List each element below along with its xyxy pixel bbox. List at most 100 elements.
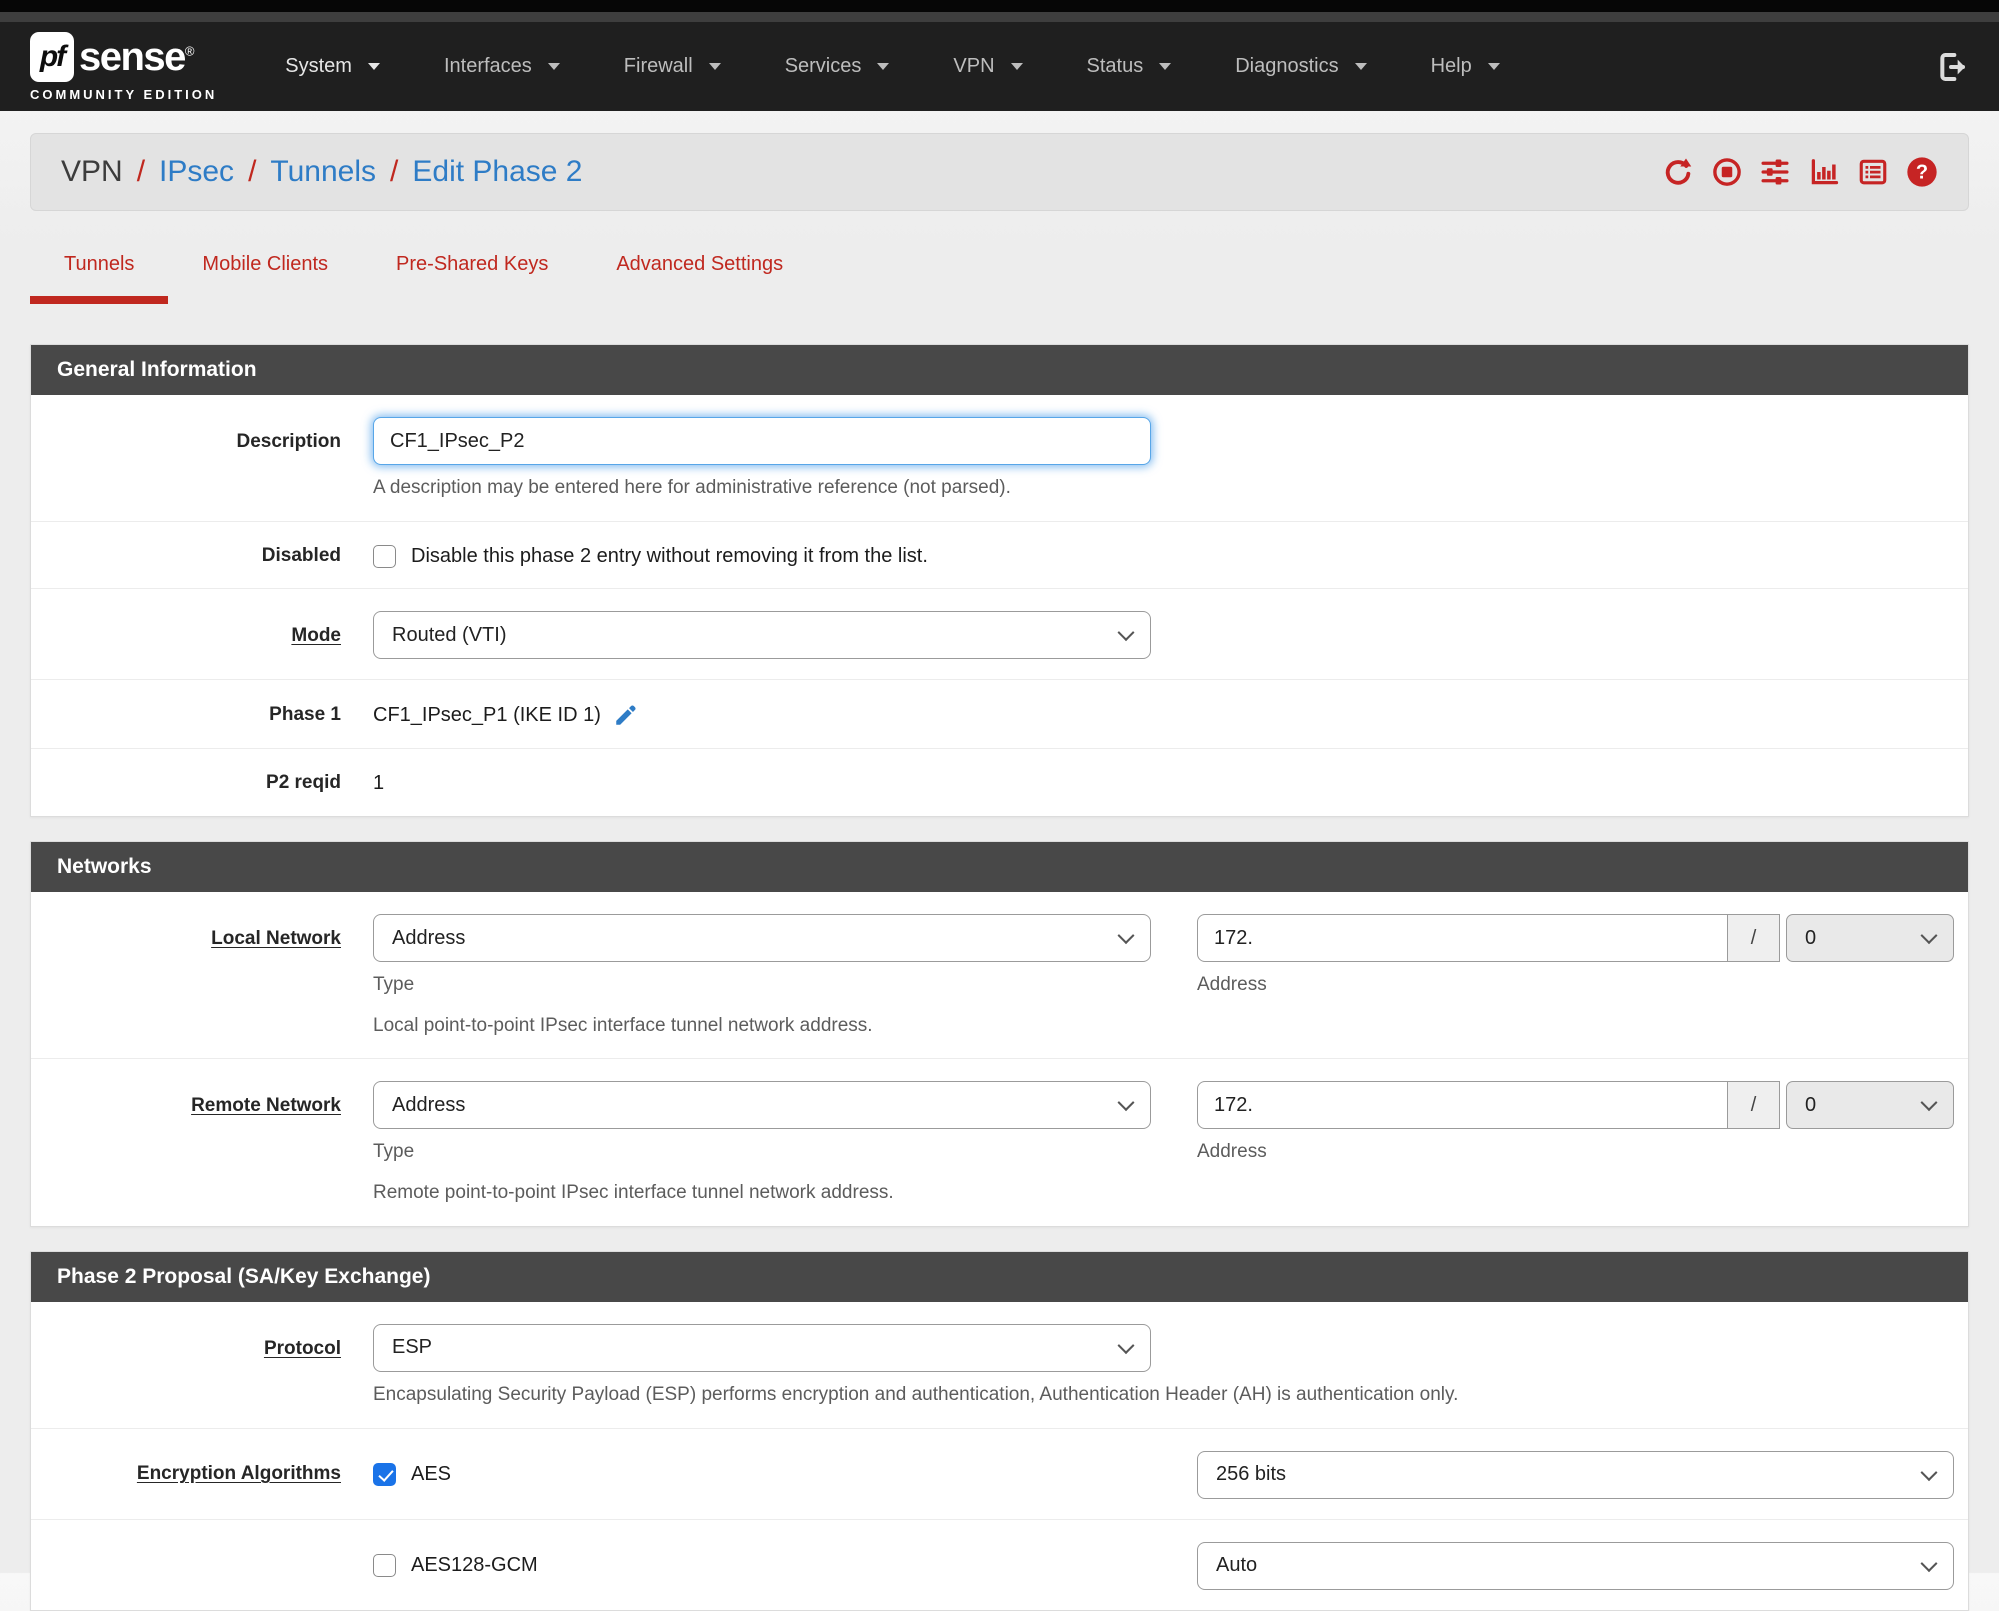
disabled-checkbox-label: Disable this phase 2 entry without remov… (411, 544, 928, 567)
stop-icon[interactable] (1712, 157, 1742, 187)
top-navbar: pf sense® COMMUNITY EDITION System Inter… (0, 22, 1999, 111)
breadcrumb-edit-phase-2[interactable]: Edit Phase 2 (412, 155, 582, 189)
panel-phase2-proposal: Phase 2 Proposal (SA/Key Exchange) Proto… (30, 1250, 1969, 1611)
brand-name: sense® (79, 34, 195, 79)
aes128gcm-label: AES128-GCM (411, 1554, 538, 1576)
tab-advanced-settings[interactable]: Advanced Settings (582, 241, 817, 304)
panel-title: Phase 2 Proposal (SA/Key Exchange) (31, 1251, 1968, 1302)
question-icon[interactable]: ? (1906, 156, 1938, 188)
aes-bits-select[interactable]: 256 bits (1197, 1450, 1954, 1499)
remote-network-address-input[interactable] (1197, 1081, 1728, 1130)
tab-tunnels[interactable]: Tunnels (30, 241, 169, 304)
list-icon[interactable] (1857, 157, 1889, 187)
phase1-value: CF1_IPsec_P1 (IKE ID 1) (373, 703, 601, 726)
pencil-icon[interactable] (613, 702, 639, 728)
window-chrome-top (0, 0, 1999, 12)
aes-checkbox-row[interactable]: AES (373, 1463, 1151, 1486)
row-phase1: Phase 1 CF1_IPsec_P1 (IKE ID 1) (31, 679, 1968, 748)
row-local-network: Local Network Address Type Local point-t… (31, 892, 1968, 1058)
encryption-algorithms-label: Encryption Algorithms (136, 1463, 341, 1485)
menu-interfaces[interactable]: Interfaces (444, 55, 560, 78)
chevron-down-icon (1117, 1094, 1135, 1112)
caret-down-icon (547, 63, 560, 70)
description-label: Description (236, 431, 341, 452)
menu-firewall[interactable]: Firewall (624, 55, 721, 78)
aes128gcm-bits-select[interactable]: Auto (1197, 1541, 1954, 1590)
mode-label: Mode (291, 625, 341, 647)
caret-down-icon (1010, 63, 1023, 70)
aes128gcm-checkbox[interactable] (373, 1554, 396, 1577)
local-network-label: Local Network (211, 928, 341, 950)
disabled-label: Disabled (261, 544, 341, 566)
remote-network-type-help: Type (373, 1141, 415, 1163)
local-network-prefix-select[interactable]: 0 (1786, 914, 1954, 963)
phase1-label: Phase 1 (269, 704, 341, 726)
breadcrumb-separator: / (136, 155, 146, 188)
row-encryption-aes128gcm: AES128-GCM Auto (31, 1518, 1968, 1610)
local-network-type-select[interactable]: Address (373, 914, 1151, 963)
row-remote-network: Remote Network Address Type Remote point… (31, 1058, 1968, 1225)
caret-down-icon (1159, 63, 1172, 70)
aes-checkbox[interactable] (373, 1463, 396, 1486)
remote-network-label: Remote Network (191, 1095, 341, 1117)
row-protocol: Protocol ESP Encapsulating Security Payl… (31, 1302, 1968, 1428)
svg-text:?: ? (1916, 162, 1928, 184)
breadcrumb-vpn: VPN (61, 155, 123, 188)
chevron-down-icon (1920, 927, 1938, 945)
menu-help[interactable]: Help (1431, 55, 1500, 78)
protocol-select[interactable]: ESP (373, 1323, 1151, 1372)
aes128gcm-checkbox-row[interactable]: AES128-GCM (373, 1554, 1151, 1577)
window-chrome-strip (0, 12, 1999, 22)
menu-system[interactable]: System (285, 55, 380, 78)
chevron-down-icon (1117, 1336, 1135, 1354)
protocol-label: Protocol (263, 1337, 341, 1359)
local-network-address-input[interactable] (1197, 914, 1728, 963)
refresh-icon[interactable] (1661, 157, 1695, 187)
pfsense-logo[interactable]: pf sense® COMMUNITY EDITION (30, 31, 218, 102)
tab-bar: Tunnels Mobile Clients Pre-Shared Keys A… (30, 241, 1969, 304)
tab-pre-shared-keys[interactable]: Pre-Shared Keys (362, 241, 582, 304)
tab-mobile-clients[interactable]: Mobile Clients (168, 241, 362, 304)
panel-networks: Networks Local Network Address Type Loca… (30, 841, 1969, 1227)
local-network-type-help: Type (373, 974, 415, 996)
menu-services[interactable]: Services (785, 55, 890, 78)
breadcrumb-separator: / (248, 155, 257, 188)
panel-title: Networks (31, 842, 1968, 893)
caret-down-icon (1487, 63, 1500, 70)
brand-subtitle: COMMUNITY EDITION (30, 86, 218, 102)
menu-status[interactable]: Status (1087, 55, 1172, 78)
slash-addon: / (1728, 1081, 1780, 1130)
disabled-checkbox[interactable] (373, 544, 396, 568)
breadcrumb-bar: VPN / IPsec / Tunnels / Edit Phase 2 ? (30, 133, 1969, 211)
row-encryption-aes: Encryption Algorithms AES 256 bits (31, 1427, 1968, 1519)
pf-logo-box: pf (30, 31, 74, 82)
description-input[interactable] (373, 417, 1151, 465)
chevron-down-icon (1920, 1094, 1938, 1112)
aes-label: AES (411, 1463, 452, 1485)
mode-select[interactable]: Routed (VTI) (373, 611, 1151, 660)
local-network-help: Local point-to-point IPsec interface tun… (373, 1014, 873, 1036)
disabled-checkbox-row[interactable]: Disable this phase 2 entry without remov… (373, 544, 1954, 568)
registered-mark: ® (184, 43, 195, 59)
p2reqid-value: 1 (373, 772, 385, 795)
chevron-down-icon (1920, 1554, 1938, 1572)
panel-general-information: General Information Description A descri… (30, 344, 1969, 818)
slash-addon: / (1728, 914, 1780, 963)
remote-network-prefix-select[interactable]: 0 (1786, 1081, 1954, 1130)
caret-down-icon (1354, 63, 1367, 70)
menu-diagnostics[interactable]: Diagnostics (1235, 55, 1367, 78)
remote-network-type-select[interactable]: Address (373, 1081, 1151, 1130)
menu-vpn[interactable]: VPN (953, 55, 1023, 78)
panel-title: General Information (31, 345, 1968, 395)
breadcrumb-tunnels[interactable]: Tunnels (270, 155, 376, 189)
sliders-icon[interactable] (1759, 157, 1791, 187)
breadcrumb-ipsec[interactable]: IPsec (159, 155, 234, 189)
row-p2reqid: P2 reqid 1 (31, 748, 1968, 816)
caret-down-icon (367, 63, 380, 70)
chevron-down-icon (1117, 927, 1135, 945)
page-action-icons: ? (1661, 156, 1938, 188)
bar-chart-icon[interactable] (1808, 157, 1840, 187)
caret-down-icon (708, 63, 721, 70)
p2reqid-label: P2 reqid (266, 772, 341, 794)
sign-out-icon[interactable] (1937, 51, 1969, 83)
